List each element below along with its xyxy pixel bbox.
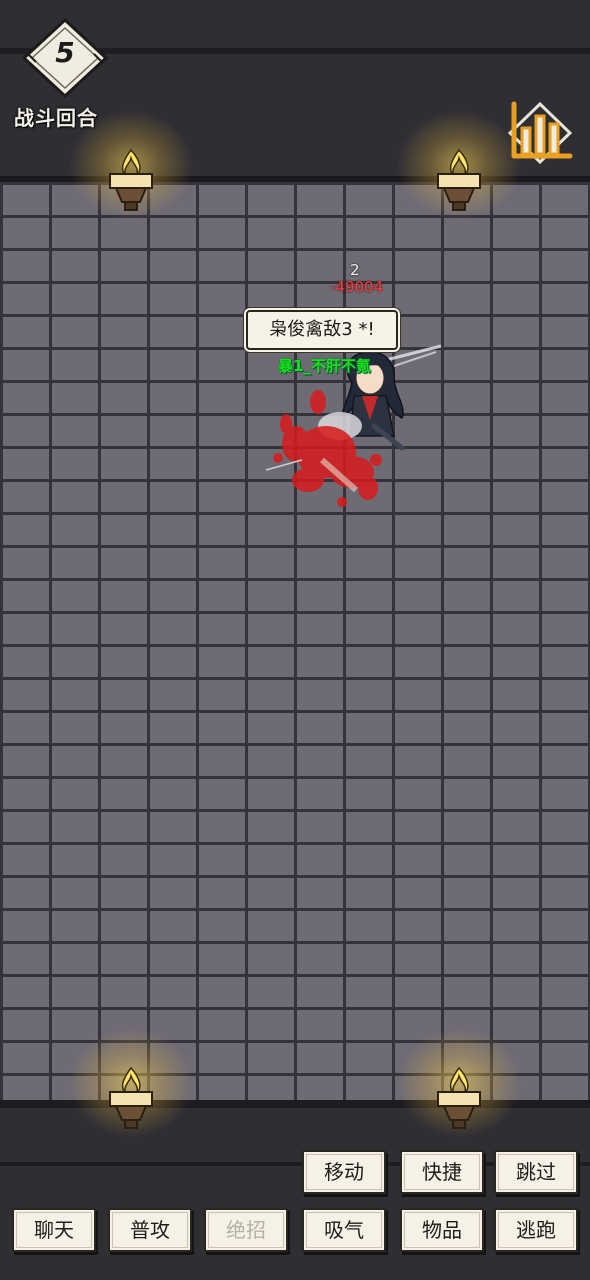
torch-top-right — [396, 110, 522, 220]
round-counter-badge: 5 — [22, 18, 108, 98]
flee-button[interactable]: 逃跑 — [494, 1208, 578, 1252]
battle-scene: 5 战斗回合 2 -49004 枭俊禽敌3 *! 暴1_不肝不氪 移动 快捷 跳… — [0, 0, 590, 1280]
damage-number: -49004 — [330, 278, 384, 296]
torch-icon — [109, 148, 153, 211]
torch-bottom-right — [396, 1028, 522, 1138]
normal-attack-button[interactable]: 普攻 — [108, 1208, 192, 1252]
quick-button[interactable]: 快捷 — [400, 1150, 484, 1194]
ultimate-button[interactable]: 绝招 — [204, 1208, 288, 1252]
skill-name-bubble: 枭俊禽敌3 *! — [246, 310, 398, 350]
torch-bottom-left — [68, 1028, 194, 1138]
torch-icon — [437, 1066, 481, 1129]
torch-icon — [109, 1066, 153, 1129]
skip-button[interactable]: 跳过 — [494, 1150, 578, 1194]
torch-top-left — [68, 110, 194, 220]
move-button[interactable]: 移动 — [302, 1150, 386, 1194]
items-button[interactable]: 物品 — [400, 1208, 484, 1252]
hit-combo-count: 2 — [350, 261, 360, 279]
torch-icon — [437, 148, 481, 211]
breathe-button[interactable]: 吸气 — [302, 1208, 386, 1252]
chat-button[interactable]: 聊天 — [12, 1208, 96, 1252]
buff-status-text: 暴1_不肝不氪 — [278, 357, 371, 375]
round-number: 5 — [55, 36, 75, 69]
